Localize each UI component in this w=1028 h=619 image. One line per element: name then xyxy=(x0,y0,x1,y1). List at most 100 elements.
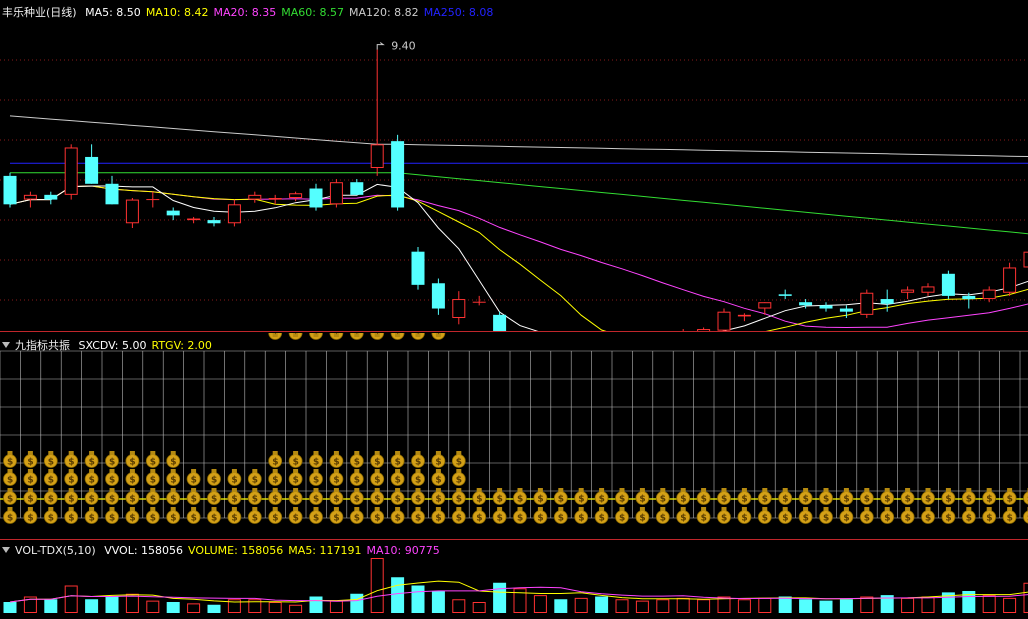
volume-bar xyxy=(615,599,629,613)
indicator-panel[interactable]: $ $ $ $ $ $ $ $ $ $ $ $ $ $ $ $ $ $ $ $ $ $ $ $ $ $ $ $ $ $ $ $ $ $ $ $ $ $ $ $… xyxy=(0,333,1028,540)
svg-text:$: $ xyxy=(517,495,523,505)
money-bag-icon: $$ xyxy=(574,488,589,524)
money-bag-icon: $ $ $ $ $ xyxy=(349,333,364,524)
svg-text:$: $ xyxy=(48,458,54,468)
svg-text:$: $ xyxy=(884,495,890,505)
svg-text:$: $ xyxy=(252,514,258,524)
svg-text:$: $ xyxy=(701,495,707,505)
candlestick-chart[interactable]: 9.407.81财 xyxy=(0,0,1028,332)
money-bag-icon: $ $ $ $ $ xyxy=(370,333,385,524)
svg-text:$: $ xyxy=(864,514,870,524)
svg-text:$: $ xyxy=(89,458,95,468)
svg-text:$: $ xyxy=(48,495,54,505)
money-bag-icon: $ $ $ $ $ xyxy=(329,333,344,524)
indicator-grid: $$$$$$$$$$$$$$$$$$$$$$$$$$$$$$$$$$$$$$$$… xyxy=(0,333,1028,524)
legend-label: MA60: 8.57 xyxy=(281,6,344,19)
candle-body xyxy=(23,194,37,200)
svg-text:$: $ xyxy=(150,495,156,505)
candle-body xyxy=(125,199,139,224)
svg-text:$: $ xyxy=(211,495,217,505)
candle-body xyxy=(737,314,751,317)
svg-text:$: $ xyxy=(374,476,380,486)
volume-panel[interactable]: VOL-TDX(5,10) VVOL: 158056 VOLUME: 158056… xyxy=(0,540,1028,619)
candle-body xyxy=(778,294,792,296)
svg-text:$: $ xyxy=(109,514,115,524)
money-bag-icon: $$ xyxy=(900,488,915,524)
volume-bar xyxy=(125,593,139,613)
svg-text:$: $ xyxy=(741,514,747,524)
volume-params: VVOL: 158056 VOLUME: 158056 MA5: 117191 MA1… xyxy=(104,544,445,557)
svg-text:$: $ xyxy=(129,495,135,505)
svg-text:$: $ xyxy=(782,514,788,524)
svg-text:$: $ xyxy=(231,514,237,524)
money-bag-icon: $$ xyxy=(819,488,833,524)
volume-bar xyxy=(370,558,384,613)
money-bag-icon: $$ xyxy=(513,488,527,524)
price-panel[interactable]: 9.407.81财 丰乐种业(日线) MA5: 8.50MA10: 8.42MA… xyxy=(0,0,1028,332)
svg-text:$: $ xyxy=(374,495,380,505)
money-bag-icon: $$ xyxy=(676,488,691,524)
candle-body xyxy=(227,204,241,224)
svg-text:$: $ xyxy=(497,495,503,505)
svg-text:$: $ xyxy=(762,514,768,524)
chevron-down-icon[interactable] xyxy=(2,342,10,348)
svg-text:$: $ xyxy=(721,495,727,505)
svg-text:$: $ xyxy=(129,476,135,486)
svg-text:$: $ xyxy=(803,495,809,505)
stock-name[interactable]: 丰乐种业(日线) xyxy=(2,6,77,19)
volume-bar xyxy=(758,597,772,613)
money-bag-icon: $$ xyxy=(553,488,568,524)
svg-text:$: $ xyxy=(619,495,625,505)
volume-bar xyxy=(472,602,486,613)
svg-text:$: $ xyxy=(68,495,74,505)
money-bag-icon: $ $ $ $ $ xyxy=(309,333,323,524)
svg-text:$: $ xyxy=(1007,495,1013,505)
legend-label: MA10: 8.42 xyxy=(145,6,209,19)
chevron-down-icon[interactable] xyxy=(2,547,10,553)
svg-text:$: $ xyxy=(558,514,564,524)
candle-body xyxy=(1003,267,1017,293)
candle-body xyxy=(248,194,262,200)
volume-bar xyxy=(901,597,915,613)
candle-body xyxy=(370,144,384,169)
money-bag-icon: $$ xyxy=(696,488,711,524)
volume-bar xyxy=(819,600,833,613)
volume-bar xyxy=(268,602,282,613)
svg-text:$: $ xyxy=(884,514,890,524)
candle-body xyxy=(329,182,343,205)
svg-text:$: $ xyxy=(129,458,135,468)
svg-text:$: $ xyxy=(150,476,156,486)
money-bag-icon: $$ xyxy=(880,488,895,524)
legend-label: MA120: 8.82 xyxy=(348,6,419,19)
svg-text:$: $ xyxy=(517,514,523,524)
svg-text:$: $ xyxy=(191,476,197,486)
volume-bar xyxy=(493,582,507,613)
svg-text:$: $ xyxy=(354,514,360,524)
svg-text:$: $ xyxy=(537,495,543,505)
svg-text:$: $ xyxy=(354,333,360,336)
svg-text:$: $ xyxy=(313,333,319,336)
indicator-name[interactable]: 九指标共振 xyxy=(15,339,70,352)
candle-body xyxy=(819,305,833,309)
svg-text:$: $ xyxy=(252,476,258,486)
svg-text:$: $ xyxy=(497,514,503,524)
svg-text:$: $ xyxy=(435,514,441,524)
svg-text:$: $ xyxy=(68,476,74,486)
volume-bar xyxy=(329,600,343,613)
svg-text:$: $ xyxy=(68,458,74,468)
indicator-params: SXCDV: 5.00 RTGV: 2.00 xyxy=(79,339,217,352)
volume-bar xyxy=(3,602,17,613)
svg-text:$: $ xyxy=(374,458,380,468)
panel-divider[interactable] xyxy=(0,331,1028,332)
svg-text:$: $ xyxy=(272,495,278,505)
svg-text:$: $ xyxy=(986,495,992,505)
candle-body xyxy=(105,183,119,205)
volume-bar xyxy=(411,585,425,613)
svg-text:$: $ xyxy=(1007,514,1013,524)
money-bag-icon: $ $ $ $ xyxy=(451,451,466,524)
svg-text:$: $ xyxy=(456,495,462,505)
svg-text:$: $ xyxy=(803,514,809,524)
svg-text:$: $ xyxy=(741,495,747,505)
volume-bar xyxy=(452,599,466,613)
volume-name[interactable]: VOL-TDX(5,10) xyxy=(15,544,96,557)
